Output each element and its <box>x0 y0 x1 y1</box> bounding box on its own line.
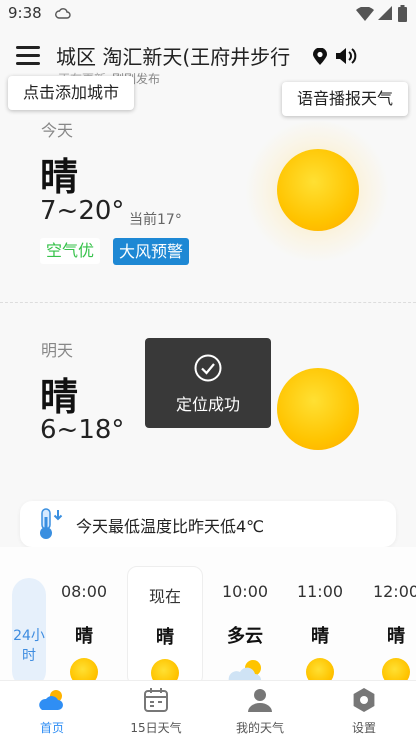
thermometer-icon <box>40 508 63 539</box>
nav-label: 设置 <box>351 721 376 735</box>
wifi-icon <box>356 7 374 21</box>
cloud-status-icon <box>55 8 71 19</box>
check-circle-icon <box>194 354 222 382</box>
hour-condition: 多云 <box>227 626 263 647</box>
signal-icon <box>378 6 392 20</box>
divider <box>0 302 416 303</box>
tomorrow-sun-icon <box>277 368 359 450</box>
today-label: 今天 <box>41 121 74 140</box>
calendar-icon <box>144 688 168 712</box>
hour-item[interactable]: 12:00 晴 <box>360 566 416 686</box>
bottom-nav: 首页 15日天气 我的天气 设置 <box>0 680 416 739</box>
hour-condition: 晴 <box>311 626 329 647</box>
tomorrow-condition: 晴 <box>40 375 79 419</box>
hour-condition: 晴 <box>387 626 405 647</box>
nav-my-weather[interactable]: 我的天气 <box>208 681 312 739</box>
nav-settings[interactable]: 设置 <box>312 681 416 739</box>
speaker-icon[interactable] <box>335 46 359 66</box>
location-title[interactable]: 城区 淘汇新天(王府井步行 <box>56 42 308 72</box>
tomorrow-temp-range: 6~18° <box>40 415 125 445</box>
hour-time: 10:00 <box>221 582 269 601</box>
location-pin-icon <box>313 48 327 65</box>
battery-icon <box>398 5 407 22</box>
hour-time: 11:00 <box>296 582 344 601</box>
nav-label: 我的天气 <box>235 721 284 735</box>
today-sun-icon <box>277 149 359 231</box>
temperature-tip-text: 今天最低温度比昨天低4℃ <box>76 517 265 536</box>
voice-broadcast-tooltip[interactable]: 语音播报天气 <box>282 82 408 116</box>
hour-item[interactable]: 08:00 晴 <box>48 566 120 686</box>
status-time: 9:38 <box>8 4 42 22</box>
hour-condition: 晴 <box>156 627 174 648</box>
hour-item-current[interactable]: 现在 晴 <box>127 566 203 687</box>
today-temp-range: 7~20° <box>40 196 125 226</box>
menu-icon[interactable] <box>16 46 40 66</box>
toast-text: 定位成功 <box>175 395 240 414</box>
wind-warning-badge[interactable]: 大风预警 <box>113 238 190 265</box>
nav-label: 首页 <box>39 721 64 735</box>
tomorrow-label: 明天 <box>41 341 74 360</box>
nav-home[interactable]: 首页 <box>0 681 104 739</box>
nav-15day[interactable]: 15日天气 <box>104 681 208 739</box>
today-condition: 晴 <box>40 155 79 199</box>
toast: 定位成功 <box>145 338 271 428</box>
person-icon <box>248 689 272 712</box>
aqi-badge[interactable]: 空气优 <box>40 238 101 264</box>
nav-label: 15日天气 <box>130 721 182 735</box>
hour-condition: 晴 <box>75 626 93 647</box>
temperature-tip-card[interactable]: 今天最低温度比昨天低4℃ <box>20 501 396 547</box>
hour-time: 08:00 <box>60 582 108 601</box>
settings-icon <box>353 688 375 712</box>
hour-time: 12:00 <box>372 582 416 601</box>
add-city-tooltip[interactable]: 点击添加城市 <box>8 76 134 110</box>
current-temp: 当前17° <box>129 212 182 228</box>
hourly-24h-pill[interactable]: 24小时 <box>12 578 46 688</box>
hour-time: 现在 <box>148 587 181 606</box>
status-bar: 9:38 <box>0 0 416 30</box>
home-weather-icon <box>39 690 63 710</box>
hour-item[interactable]: 11:00 晴 <box>284 566 356 686</box>
hour-item[interactable]: 10:00 多云 <box>209 566 281 686</box>
